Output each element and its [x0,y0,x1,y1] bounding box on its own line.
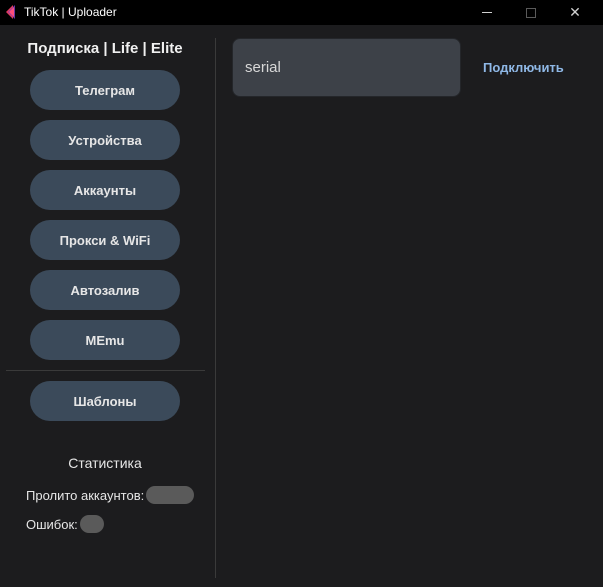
app-window: TikTok | Uploader ✕ Подписка | Life | El… [0,0,603,587]
stats-title: Статистика [68,455,142,471]
title-bar[interactable]: TikTok | Uploader ✕ [0,0,603,25]
serial-placeholder: serial [245,59,281,76]
panel-divider [215,38,216,578]
accounts-stat-value-redacted [146,486,195,504]
subscription-title: Подписка | Life | Elite [27,40,183,57]
errors-stat: Ошибок: [26,515,104,533]
errors-stat-value-redacted [79,515,104,533]
maximize-icon [526,7,536,18]
minimize-button[interactable] [465,0,509,25]
telegram-button[interactable]: Телеграм [30,70,180,110]
devices-button[interactable]: Устройства [30,120,180,160]
serial-input[interactable]: serial [232,38,461,97]
maximize-button[interactable] [509,0,553,25]
accounts-stat: Пролито аккаунтов: [26,486,195,504]
templates-button[interactable]: Шаблоны [30,381,180,421]
memu-button[interactable]: MEmu [30,320,180,360]
minimize-icon [482,12,492,13]
accounts-button[interactable]: Аккаунты [30,170,180,210]
close-button[interactable]: ✕ [553,0,597,25]
close-icon: ✕ [569,4,581,20]
tiktok-logo-icon [6,5,15,19]
proxy-wifi-button[interactable]: Прокси & WiFi [30,220,180,260]
autoupload-button[interactable]: Автозалив [30,270,180,310]
window-title: TikTok | Uploader [24,5,117,19]
accounts-stat-label: Пролито аккаунтов: [26,487,145,503]
connect-button[interactable]: Подключить [483,60,564,75]
sidebar-divider [6,370,205,371]
errors-stat-label: Ошибок: [26,516,78,532]
